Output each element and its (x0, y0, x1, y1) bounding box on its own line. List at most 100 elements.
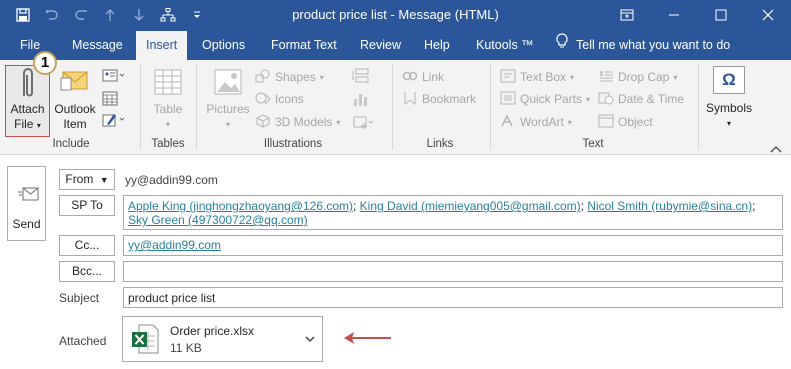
wordart-icon (500, 113, 516, 131)
dropdown-arrow-icon: ▾ (319, 72, 324, 82)
smartart-icon[interactable] (352, 68, 370, 87)
group-label-tables: Tables (151, 138, 185, 150)
cc-recipient[interactable]: yy@addin99.com (128, 238, 221, 252)
tab-message[interactable]: Message (64, 31, 131, 60)
bookmark-icon (402, 91, 418, 108)
attach-file-label-line1: Attach (10, 102, 45, 116)
bcc-button[interactable]: Bcc... (59, 261, 115, 282)
envelope-icon (52, 66, 98, 102)
close-icon[interactable] (744, 0, 791, 29)
collapse-ribbon-icon[interactable] (770, 142, 782, 156)
screenshot-icon[interactable] (352, 114, 374, 133)
icons-icon (255, 91, 271, 108)
to-button[interactable]: SP To (59, 195, 115, 216)
send-icon (17, 185, 39, 206)
maximize-icon[interactable] (697, 0, 744, 29)
table-button[interactable]: Table ▾ (146, 64, 190, 132)
recipient[interactable]: Apple King (jinghongzhaoyang@126.com) (128, 199, 353, 213)
recipient[interactable]: King David (miemieyang005@gmail.com) (360, 199, 581, 213)
date-time-label: Date & Time (618, 92, 685, 106)
ribbon: Attach File ▾ Outlook Item Include Table… (0, 60, 791, 155)
attachment-size: 11 KB (170, 341, 202, 355)
window-controls (603, 0, 791, 29)
from-value: yy@addin99.com (125, 173, 218, 187)
send-label: Send (12, 217, 41, 231)
group-label-links: Links (426, 138, 454, 150)
drop-cap-label: Drop Cap (618, 70, 670, 84)
icons-button[interactable]: Icons (255, 89, 304, 109)
object-label: Object (618, 115, 653, 129)
attachment-card[interactable]: Order price.xlsx 11 KB (122, 316, 323, 362)
bookmark-button[interactable]: Bookmark (402, 89, 476, 109)
attach-file-label-line2: File ▾ (6, 117, 49, 133)
shapes-icon (255, 69, 271, 86)
title-bar: product price list - Message (HTML) (0, 0, 791, 31)
calendar-icon[interactable] (102, 90, 118, 109)
object-button[interactable]: Object (598, 112, 653, 132)
symbols-label: Symbols (705, 101, 752, 115)
signature-icon[interactable] (102, 112, 126, 131)
3d-models-label: 3D Models (275, 115, 333, 129)
cc-field[interactable]: yy@addin99.com (123, 235, 783, 256)
cube-icon (255, 113, 271, 131)
text-box-label: Text Box (520, 70, 567, 84)
wordart-button[interactable]: WordArt ▾ (500, 112, 572, 132)
tab-insert[interactable]: Insert (136, 31, 188, 60)
outlook-item-button[interactable]: Outlook Item (52, 66, 98, 132)
pictures-button[interactable]: Pictures ▾ (202, 64, 254, 132)
from-button-label: From (65, 172, 94, 186)
tell-me-box[interactable]: Tell me what you want to do (556, 31, 730, 60)
dropdown-arrow-icon: ▾ (673, 72, 678, 82)
drop-cap-icon (598, 69, 614, 86)
text-box-icon (500, 69, 516, 86)
3d-models-button[interactable]: 3D Models ▾ (255, 112, 340, 132)
to-field[interactable]: Apple King (jinghongzhaoyang@126.com); K… (123, 195, 783, 230)
attach-file-label-text: File (14, 117, 34, 131)
attach-file-button-overlay[interactable]: Attach File ▾ (6, 66, 49, 133)
tab-kutools[interactable]: Kutools ™ (468, 31, 542, 60)
object-icon (598, 114, 614, 131)
ribbon-display-icon[interactable] (603, 0, 650, 29)
shapes-button[interactable]: Shapes ▾ (255, 67, 324, 87)
dropdown-arrow-icon: ▾ (165, 120, 170, 129)
subject-field[interactable]: product price list (123, 287, 783, 308)
send-button[interactable]: Send (7, 166, 46, 241)
icons-label: Icons (275, 92, 304, 106)
tab-format-text[interactable]: Format Text (263, 31, 345, 60)
step-badge: 1 (33, 51, 57, 75)
tab-review[interactable]: Review (352, 31, 409, 60)
bookmark-label: Bookmark (422, 92, 477, 106)
recipient[interactable]: Nicol Smith (rubymie@sina.cn) (587, 199, 752, 213)
group-label-text: Text (582, 138, 604, 150)
cc-button[interactable]: Cc... (59, 235, 115, 256)
chevron-down-icon[interactable] (304, 333, 316, 347)
drop-cap-button[interactable]: Drop Cap ▾ (598, 67, 677, 87)
dropdown-arrow-icon: ▾ (726, 119, 731, 128)
dropdown-arrow-icon: ▾ (336, 117, 341, 127)
dropdown-arrow-icon: ▾ (36, 121, 41, 130)
from-button[interactable]: From ▼ (59, 169, 115, 190)
attachment-name: Order price.xlsx (170, 324, 255, 338)
separator (698, 64, 699, 150)
minimize-icon[interactable] (650, 0, 697, 29)
lightbulb-icon (556, 31, 568, 60)
link-button[interactable]: Link (402, 67, 444, 87)
symbols-button[interactable]: Ω Symbols ▾ (705, 66, 753, 131)
quick-parts-icon (500, 91, 516, 108)
date-time-button[interactable]: Date & Time (598, 89, 684, 109)
tab-help[interactable]: Help (416, 31, 458, 60)
link-label: Link (422, 70, 445, 84)
recipient[interactable]: Sky Green (497300722@qq.com) (128, 213, 308, 227)
attached-label: Attached (59, 334, 107, 348)
bcc-field[interactable] (123, 261, 783, 282)
tell-me-text: Tell me what you want to do (576, 38, 731, 52)
table-icon (146, 64, 190, 102)
chart-icon[interactable] (352, 91, 370, 110)
dropdown-arrow-icon: ▾ (567, 117, 572, 127)
date-time-icon (598, 91, 614, 108)
quick-parts-button[interactable]: Quick Parts ▾ (500, 89, 590, 109)
group-label-illustrations: Illustrations (263, 138, 323, 150)
business-card-icon[interactable] (102, 68, 126, 87)
text-box-button[interactable]: Text Box ▾ (500, 67, 574, 87)
tab-options[interactable]: Options (194, 31, 253, 60)
